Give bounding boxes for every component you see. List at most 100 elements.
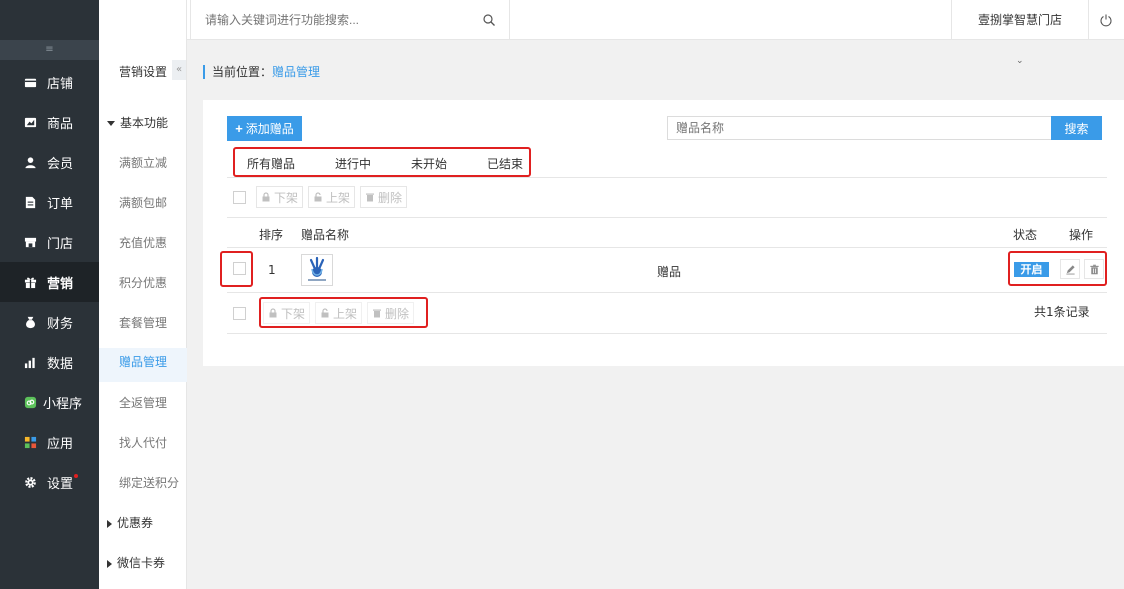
sidebar-item-label: 数据 (47, 356, 74, 372)
row-order: 1 (268, 263, 276, 277)
order-icon (23, 195, 37, 209)
sidebar-item-label: 设置 (47, 476, 74, 492)
column-header-status: 状态 (1013, 228, 1038, 242)
collapse-submenu-button[interactable]: « (172, 60, 186, 80)
miniprogram-icon (23, 395, 37, 409)
sidebar-item-finance[interactable]: 财务 (0, 302, 99, 342)
unlock-icon (314, 192, 322, 202)
gift-name-search-input[interactable] (667, 116, 1052, 140)
sidebar-item-shop[interactable]: 门店 (0, 222, 99, 262)
column-header-action: 操作 (1069, 228, 1094, 242)
status-tabs: 所有赠品 进行中 未开始 已结束 (233, 147, 531, 177)
submenu-item-recharge[interactable]: 充值优惠 (99, 229, 187, 257)
notification-dot (74, 474, 79, 478)
sidebar-item-label: 小程序 (43, 396, 83, 412)
submenu-item-cashback[interactable]: 全返管理 (99, 389, 187, 417)
shelve-button[interactable]: 上架 (308, 186, 356, 208)
sidebar-item-member[interactable]: 会员 (0, 142, 99, 182)
submenu-item-free-shipping[interactable]: 满额包邮 (99, 189, 187, 217)
delete-button[interactable]: 删除 (367, 302, 415, 324)
submenu-item-points[interactable]: 积分优惠 (99, 269, 187, 297)
member-icon (23, 155, 37, 169)
tab-not-started[interactable]: 未开始 (411, 155, 447, 172)
add-gift-button[interactable]: + 添加赠品 (227, 116, 302, 141)
bulk-actions-bottom: 下架 上架 删除 (233, 302, 419, 324)
lock-icon (269, 308, 277, 318)
lock-icon (262, 192, 270, 202)
edit-button[interactable] (1060, 259, 1080, 279)
trash-icon (373, 309, 382, 318)
unlock-icon (321, 308, 329, 318)
sidebar-item-label: 门店 (47, 236, 74, 252)
sidebar-item-store[interactable]: 店铺 (0, 62, 99, 102)
row-delete-button[interactable] (1084, 259, 1104, 279)
goods-icon (23, 115, 37, 129)
gift-thumbnail (301, 254, 333, 286)
search-button[interactable]: 搜索 (1051, 116, 1102, 140)
main-sidebar: ≡ 店铺 商品 会员 订单 门店 营销 财务 数据 小程序 应用 设置 (0, 0, 99, 589)
caret-down-icon (107, 121, 115, 126)
tab-in-progress[interactable]: 进行中 (335, 155, 371, 172)
sidebar-item-order[interactable]: 订单 (0, 182, 99, 222)
submenu-item-pay-for-me[interactable]: 找人代付 (99, 429, 187, 457)
row-checkbox[interactable] (233, 262, 246, 275)
shop-icon (23, 235, 37, 249)
submenu-item-package[interactable]: 套餐管理 (99, 309, 187, 337)
gear-icon (23, 475, 37, 489)
gift-icon (23, 275, 37, 289)
sidebar-item-label: 营销 (47, 276, 74, 292)
unshelve-button[interactable]: 下架 (263, 302, 311, 324)
sidebar-item-label: 应用 (47, 436, 74, 452)
submenu-group-basic[interactable]: 基本功能 (99, 109, 187, 137)
sidebar-item-label: 会员 (47, 156, 74, 172)
marketing-submenu: 营销设置 « 基本功能 满额立减 满额包邮 充值优惠 积分优惠 套餐管理 赠品管… (99, 0, 187, 589)
column-header-order: 排序 (259, 228, 284, 242)
submenu-item-bind-points[interactable]: 绑定送积分 (99, 469, 187, 497)
submenu-group-coupons[interactable]: 优惠券 (99, 509, 187, 537)
search-icon[interactable] (482, 13, 496, 27)
function-search-input[interactable] (191, 0, 511, 40)
breadcrumb-current[interactable]: 赠品管理 (272, 65, 320, 79)
divider (227, 333, 1107, 334)
chevron-down-icon[interactable]: ⌄ (1016, 56, 1024, 66)
select-all-checkbox[interactable] (233, 306, 246, 320)
tab-ended[interactable]: 已结束 (487, 155, 523, 172)
breadcrumb: 当前位置：赠品管理 (203, 65, 320, 79)
store-name[interactable]: 壹捌掌智慧门店 (951, 0, 1089, 40)
sidebar-item-data[interactable]: 数据 (0, 342, 99, 382)
unshelve-button[interactable]: 下架 (256, 186, 304, 208)
gift-name[interactable]: 赠品 (657, 263, 681, 280)
sidebar-item-settings[interactable]: 设置 (0, 462, 99, 502)
sidebar-item-marketing[interactable]: 营销 (0, 262, 99, 302)
gift-image (308, 256, 326, 281)
shelve-button[interactable]: 上架 (315, 302, 363, 324)
divider (227, 247, 1107, 248)
status-badge[interactable]: 开启 (1014, 262, 1049, 277)
divider (227, 177, 1107, 178)
sidebar-item-label: 店铺 (47, 76, 74, 92)
sidebar-item-label: 商品 (47, 116, 74, 132)
submenu-group-wechat-cards[interactable]: 微信卡券 (99, 549, 187, 577)
delete-button[interactable]: 删除 (360, 186, 408, 208)
data-chart-icon (23, 355, 37, 369)
plus-icon: + (235, 121, 243, 136)
submenu-item-gifts[interactable]: 赠品管理 (99, 348, 187, 382)
sidebar-item-miniprogram[interactable]: 小程序 (0, 382, 99, 422)
top-bar: 壹捌掌智慧门店 (99, 0, 1124, 40)
sidebar-item-goods[interactable]: 商品 (0, 102, 99, 142)
trash-icon (366, 193, 375, 202)
apps-icon (23, 435, 37, 449)
submenu-item-full-reduction[interactable]: 满额立减 (99, 149, 187, 177)
caret-right-icon (107, 519, 112, 528)
sidebar-item-apps[interactable]: 应用 (0, 422, 99, 462)
breadcrumb-prefix: 当前位置： (212, 65, 273, 79)
power-icon[interactable] (1099, 13, 1113, 27)
caret-right-icon (107, 559, 112, 568)
bulk-actions-top: 下架 上架 删除 (233, 186, 412, 208)
tab-all[interactable]: 所有赠品 (247, 155, 295, 172)
divider (227, 217, 1107, 218)
select-all-checkbox[interactable] (233, 190, 246, 204)
column-header-name: 赠品名称 (301, 228, 350, 242)
collapse-lines-icon[interactable]: ≡ (0, 40, 99, 60)
pencil-icon (1065, 264, 1075, 274)
